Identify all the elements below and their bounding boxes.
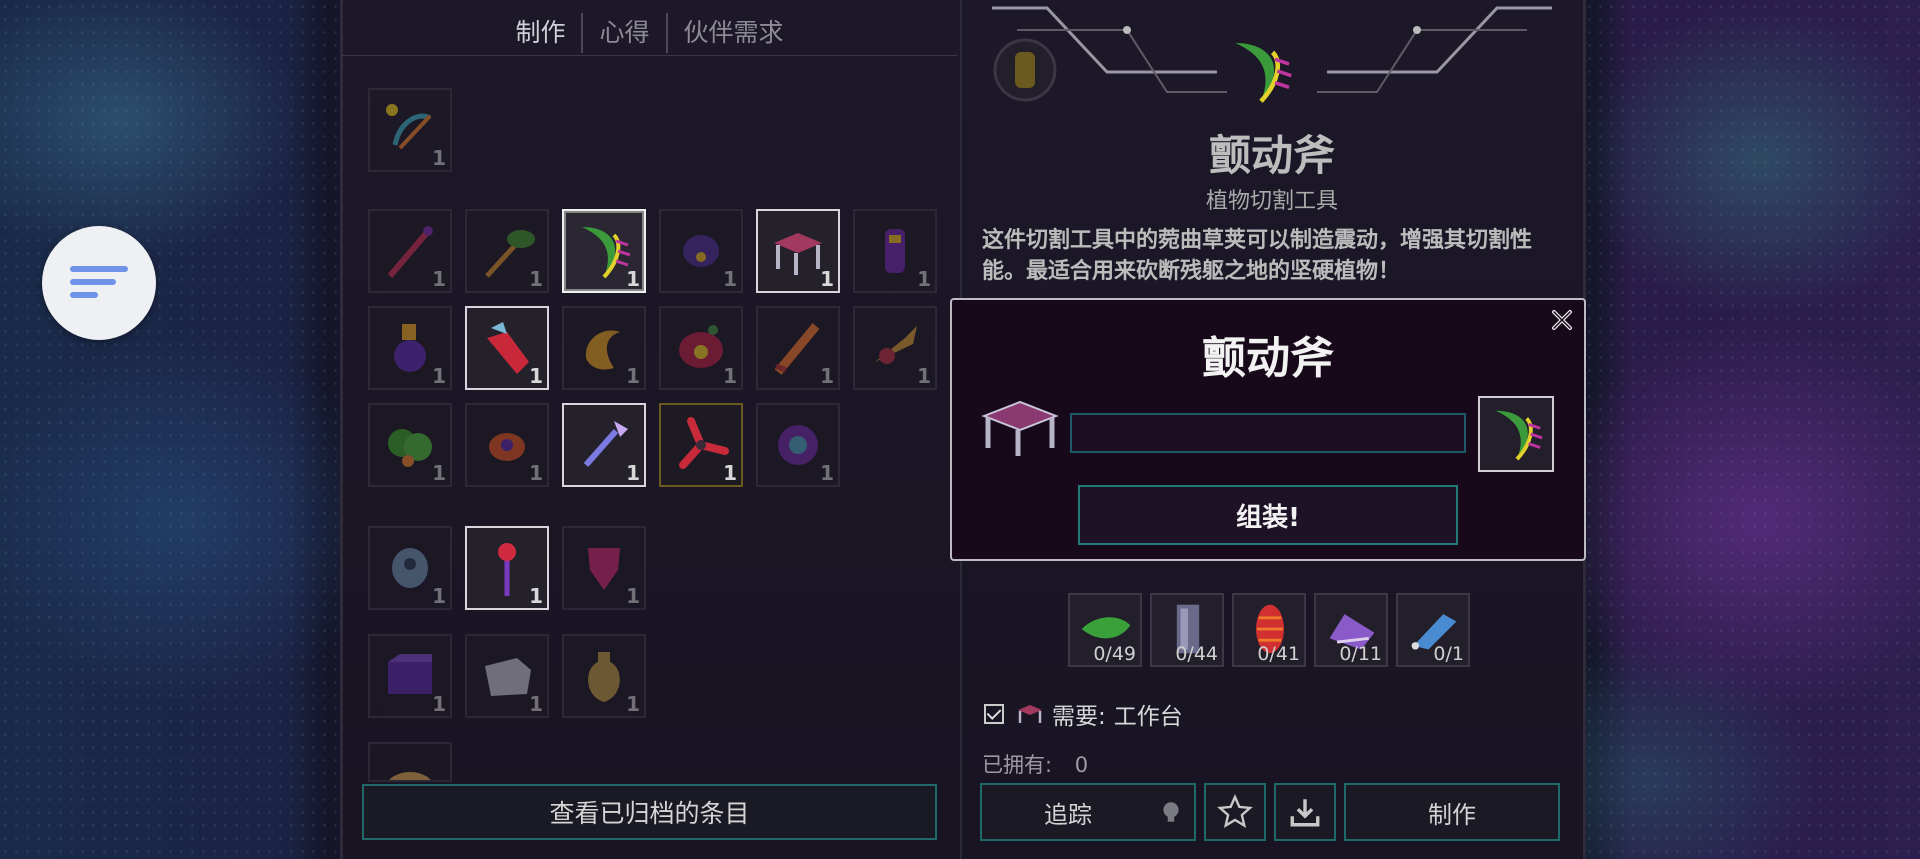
tremor-axe-icon — [1235, 43, 1292, 103]
recipe-slot-red-boot[interactable]: 1 — [465, 306, 549, 390]
tab-bar: 制作 心得 伙伴需求 — [342, 10, 957, 56]
requirement-row: 需要: 工作台 — [984, 697, 1183, 731]
tab-companion-needs[interactable]: 伙伴需求 — [665, 12, 800, 53]
favorite-button[interactable] — [1204, 783, 1266, 841]
recipe-slot-purple-flower[interactable]: 1 — [659, 209, 743, 293]
orange-sword-icon — [774, 323, 820, 375]
requirement-label: 需要: — [1052, 704, 1106, 730]
recipe-slot-tremor-axe[interactable]: 1 — [562, 209, 646, 293]
material-slot-blue-feather[interactable]: 0/1 — [1396, 593, 1470, 667]
shield-banner-icon — [588, 548, 620, 590]
owned-row: 已拥有: 0 — [982, 749, 1088, 779]
requirement-station: 工作台 — [1113, 704, 1183, 730]
workbench-icon — [1018, 705, 1042, 723]
pickaxe-icon — [485, 230, 535, 278]
purple-crate-icon — [388, 654, 432, 694]
recipe-slot-crystal-wand[interactable]: 1 — [562, 403, 646, 487]
recipe-slot-purple-lantern[interactable]: 1 — [368, 306, 452, 390]
workbench-icon — [981, 400, 1059, 456]
recipe-list-column: 制作 心得 伙伴需求 1 1 1 1 1 1 1 1 1 1 1 1 1 1 1… — [342, 0, 957, 859]
recipe-slot-orange-sword[interactable]: 1 — [756, 306, 840, 390]
recipe-slot-purple-orb[interactable]: 1 — [756, 403, 840, 487]
material-slot-metal-plate[interactable]: 0/44 — [1150, 593, 1224, 667]
view-archived-button[interactable]: 查看已归档的条目 — [362, 784, 937, 840]
star-icon — [1217, 794, 1253, 828]
tab-crafting[interactable]: 制作 — [499, 13, 581, 53]
recipe-slot-ghost-statue[interactable]: 1 — [368, 526, 452, 610]
recipe-slot-gold-crescent[interactable]: 1 — [562, 306, 646, 390]
craft-button[interactable]: 制作 — [1344, 783, 1560, 841]
tab-insights[interactable]: 心得 — [581, 12, 665, 53]
clay-vase-icon — [588, 652, 620, 702]
recipe-slot-purple-totem[interactable]: 1 — [853, 209, 937, 293]
assemble-dialog: 颤动斧 组装! — [950, 298, 1586, 561]
workbench-icon — [774, 233, 822, 275]
ghost-statue-icon — [392, 548, 428, 588]
red-scepter-icon — [498, 543, 516, 596]
output-slot — [1478, 396, 1554, 472]
recipe-slot-bread[interactable] — [368, 742, 452, 782]
purple-totem-icon — [885, 229, 905, 273]
track-label: 追踪 — [1044, 800, 1092, 829]
dialog-title: 颤动斧 — [1202, 333, 1334, 384]
recipe-slot-shield-banner[interactable]: 1 — [562, 526, 646, 610]
tremor-axe-icon — [1495, 410, 1543, 461]
assemble-button[interactable]: 组装! — [1078, 485, 1458, 545]
stone-block-icon — [485, 658, 531, 696]
close-icon[interactable] — [1548, 306, 1576, 334]
recipe-slot-red-mask[interactable]: 1 — [659, 306, 743, 390]
tremor-axe-icon — [582, 227, 631, 279]
recipe-slot-red-crab[interactable]: 1 — [465, 403, 549, 487]
gold-crescent-icon — [585, 330, 620, 370]
recipe-slot-pickaxe[interactable]: 1 — [465, 209, 549, 293]
craft-label: 制作 — [1428, 800, 1476, 829]
purple-flower-icon — [683, 235, 719, 267]
download-icon — [1290, 799, 1320, 827]
recipe-slot-red-shuriken[interactable]: 1 — [659, 403, 743, 487]
recipe-slot-clay-vase[interactable]: 1 — [562, 634, 646, 718]
item-name: 颤动斧 — [1208, 131, 1335, 180]
recipe-slot-bow[interactable]: 1 — [368, 88, 452, 172]
material-slot-red-cocoon[interactable]: 0/41 — [1232, 593, 1306, 667]
bread-icon — [389, 772, 431, 780]
material-slot-green-pod[interactable]: 0/49 — [1068, 593, 1142, 667]
red-shuriken-icon — [679, 417, 729, 469]
recipe-slot-workbench[interactable]: 1 — [756, 209, 840, 293]
owned-label: 已拥有: — [982, 753, 1053, 777]
drill-icon — [875, 326, 917, 364]
lightbulb-icon — [1163, 802, 1179, 822]
floating-menu-button[interactable] — [42, 226, 156, 340]
item-description: 这件切割工具中的菀曲草荚可以制造震动，增强其切割性能。最适合用来砍断残躯之地的坚… — [982, 228, 1533, 284]
recipe-slot-stone-block[interactable]: 1 — [465, 634, 549, 718]
purple-lantern-icon — [394, 324, 426, 372]
download-button[interactable] — [1274, 783, 1336, 841]
red-mask-icon — [679, 325, 723, 368]
owned-value: 0 — [1074, 753, 1089, 777]
crystal-wand-icon — [583, 421, 628, 467]
bow-icon — [386, 104, 432, 150]
recipe-slot-red-scepter[interactable]: 1 — [465, 526, 549, 610]
recipe-slot-purple-crate[interactable]: 1 — [368, 634, 452, 718]
recipe-slot-green-bush[interactable]: 1 — [368, 403, 452, 487]
red-crab-icon — [489, 433, 525, 461]
purple-orb-icon — [778, 425, 818, 465]
assembly-progress-bar — [1070, 413, 1466, 453]
material-slot-purple-shell[interactable]: 0/11 — [1314, 593, 1388, 667]
staff-icon — [387, 226, 433, 278]
recipe-slot-drill[interactable]: 1 — [853, 306, 937, 390]
recipe-slot-staff[interactable]: 1 — [368, 209, 452, 293]
green-bush-icon — [388, 429, 432, 467]
item-category: 植物切割工具 — [1205, 189, 1338, 214]
red-boot-icon — [487, 322, 529, 374]
requirement-checkbox — [984, 704, 1004, 724]
track-button[interactable]: 追踪 — [980, 783, 1196, 841]
